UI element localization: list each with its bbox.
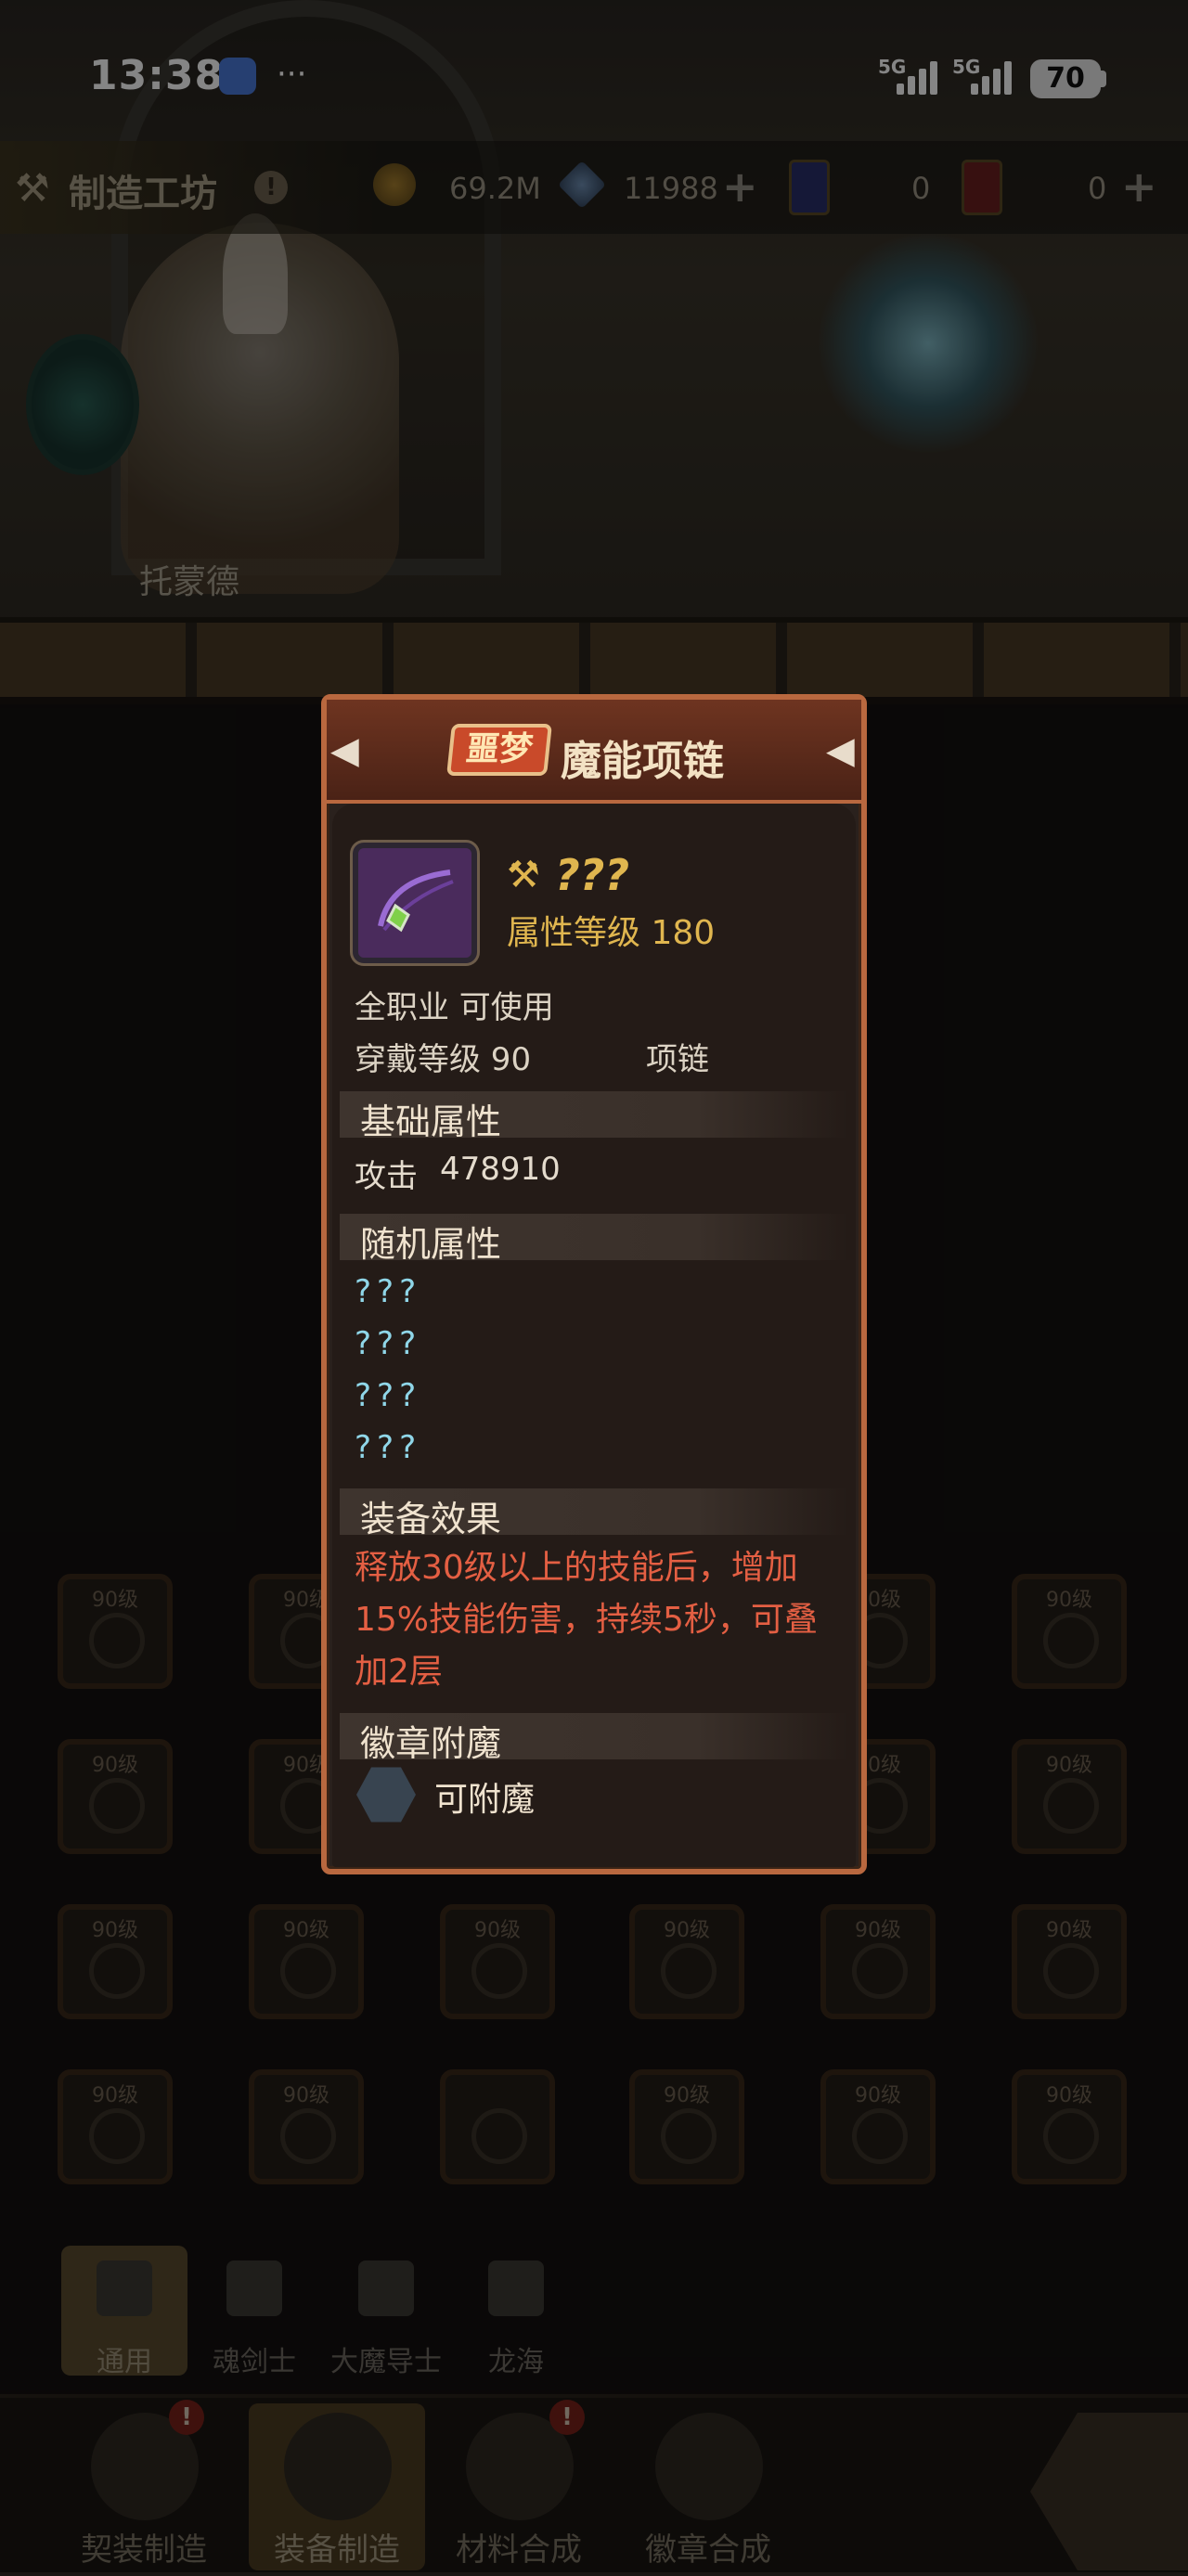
random-attr-3: ??? <box>355 1377 422 1414</box>
prev-item-arrow-icon[interactable]: ◀ <box>330 729 359 772</box>
item-unknown-name: ??? <box>555 850 630 900</box>
attribute-level: 属性等级 180 <box>507 914 716 952</box>
random-attr-4: ??? <box>355 1429 422 1466</box>
job-requirement: 全职业 可使用 <box>355 989 554 1026</box>
item-title: 魔能项链 <box>561 738 724 785</box>
hammer-icon: ⚒ <box>507 854 540 896</box>
quality-badge: 噩梦 <box>446 724 552 776</box>
attack-value: 478910 <box>440 1151 561 1188</box>
section-random-attrs: 随机属性 <box>360 1224 502 1265</box>
section-badge-enchant: 徽章附魔 <box>360 1723 502 1764</box>
attack-label: 攻击 <box>355 1158 418 1195</box>
random-attr-2: ??? <box>355 1325 422 1362</box>
necklace-icon <box>378 869 454 933</box>
section-equip-effect: 装备效果 <box>360 1499 502 1539</box>
slot-type: 项链 <box>646 1041 709 1078</box>
enchant-status: 可附魔 <box>434 1781 536 1819</box>
next-item-arrow-icon[interactable]: ◀ <box>826 729 855 772</box>
section-base-attrs: 基础属性 <box>360 1101 502 1142</box>
equip-effect-text: 释放30级以上的技能后，增加15%技能伤害，持续5秒，可叠加2层 <box>355 1549 818 1691</box>
random-attr-1: ??? <box>355 1273 422 1310</box>
wear-level: 穿戴等级 90 <box>355 1041 532 1078</box>
